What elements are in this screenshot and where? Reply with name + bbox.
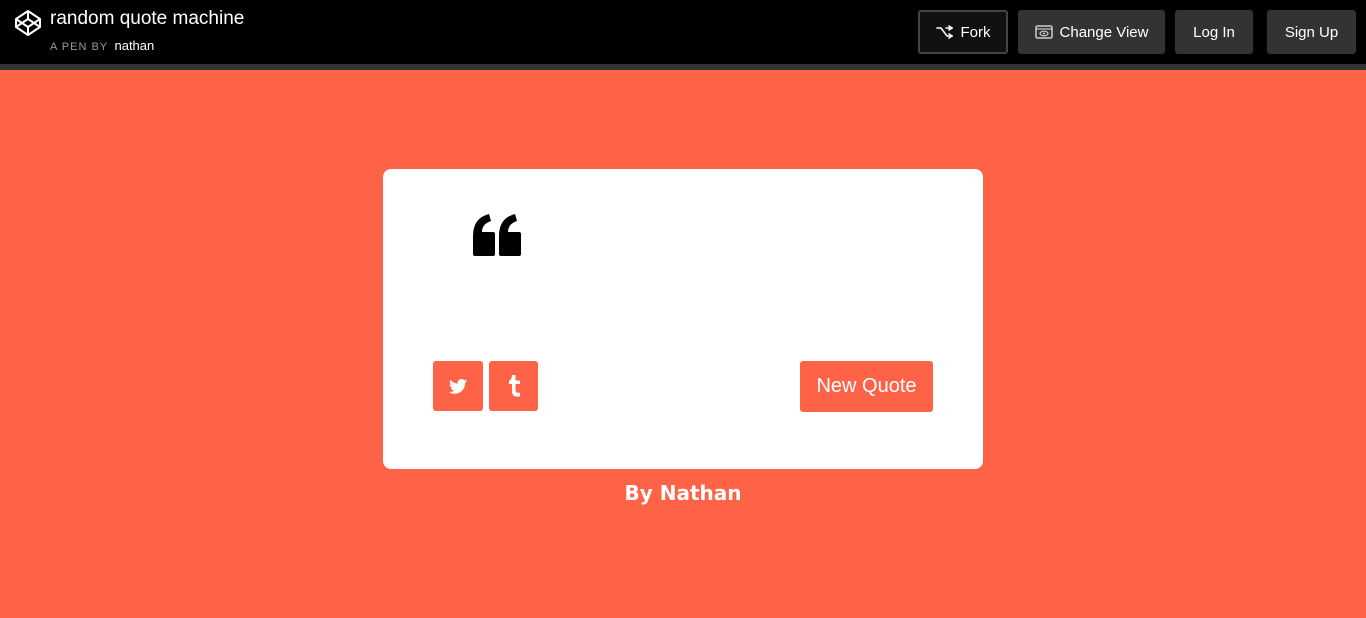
sign-up-button[interactable]: Sign Up [1267, 10, 1356, 54]
fork-button[interactable]: Fork [918, 10, 1008, 54]
change-view-icon [1034, 25, 1053, 39]
author-byline: By Nathan [624, 481, 742, 505]
pen-byline: A PEN BY nathan [50, 38, 154, 53]
pen-title: random quote machine [50, 8, 245, 29]
new-quote-button[interactable]: New Quote [800, 361, 933, 412]
quote-card: New Quote [383, 169, 983, 469]
tumblr-icon [508, 375, 520, 397]
quote-left-icon [473, 214, 521, 256]
header-bar: random quote machine A PEN BY nathan For… [0, 0, 1366, 64]
fork-label: Fork [960, 23, 991, 41]
twitter-icon [449, 378, 467, 394]
change-view-label: Change View [1059, 23, 1149, 41]
log-in-button[interactable]: Log In [1175, 10, 1253, 54]
tumblr-quote-button[interactable] [489, 361, 538, 411]
pen-author-link[interactable]: nathan [114, 38, 154, 53]
header-divider [0, 64, 1366, 70]
tweet-quote-button[interactable] [433, 361, 483, 411]
change-view-button[interactable]: Change View [1018, 10, 1165, 54]
pen-by-label: A PEN BY [50, 41, 109, 53]
codepen-logo-icon[interactable] [14, 9, 42, 37]
fork-icon [935, 25, 953, 39]
